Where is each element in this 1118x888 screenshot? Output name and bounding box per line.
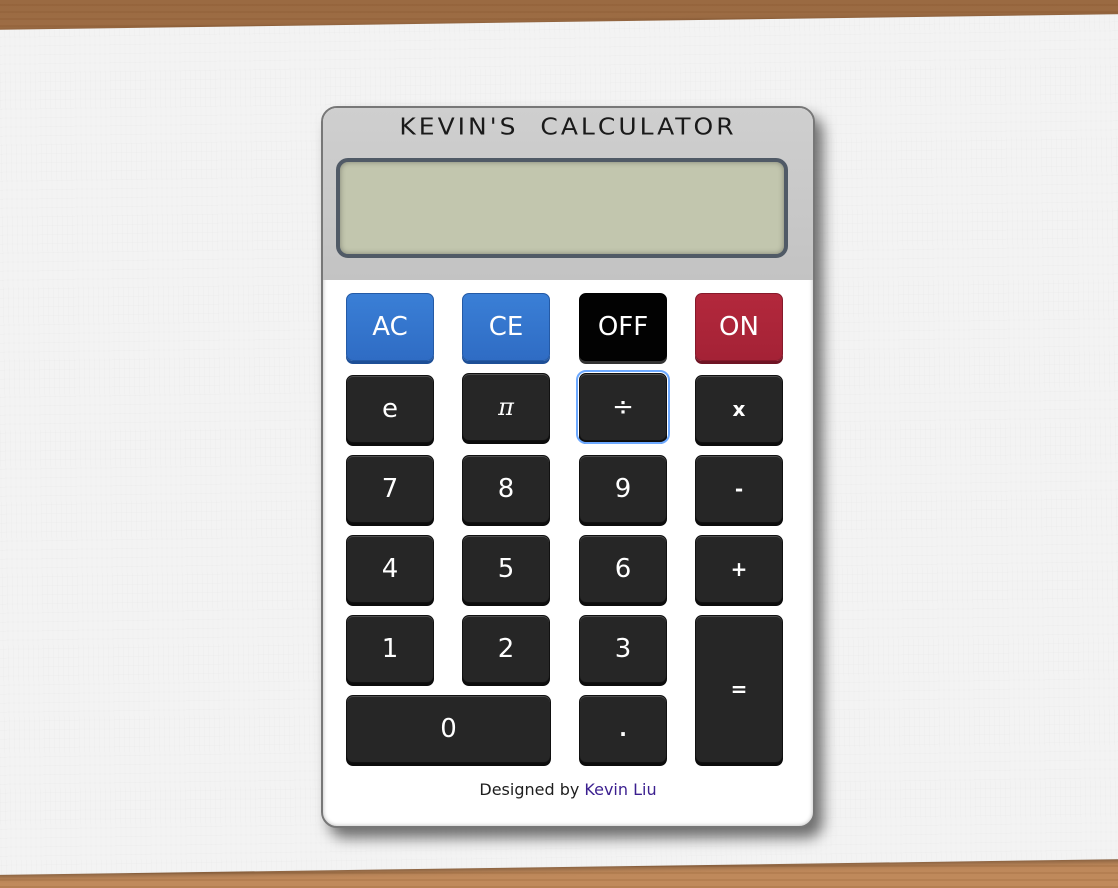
- decimal-button[interactable]: .: [579, 695, 667, 763]
- add-label: +: [730, 557, 748, 581]
- digit-6-label: 6: [614, 554, 632, 584]
- calculator-display: [336, 158, 788, 258]
- all-clear-label: AC: [372, 312, 408, 342]
- digit-3-label: 3: [614, 634, 632, 664]
- divide-label: ÷: [612, 392, 634, 422]
- clear-entry-label: CE: [488, 312, 524, 342]
- digit-4-label: 4: [381, 554, 399, 584]
- pi-label: π: [498, 393, 514, 421]
- digit-5-button[interactable]: 5: [462, 535, 550, 603]
- equals-label: =: [730, 677, 748, 701]
- author-link[interactable]: Kevin Liu: [584, 780, 656, 799]
- digit-4-button[interactable]: 4: [346, 535, 434, 603]
- calculator: KEVIN'S CALCULATOR AC CE OFF ON e π ÷ x …: [321, 106, 815, 828]
- digit-2-label: 2: [497, 634, 515, 664]
- euler-label: e: [382, 394, 398, 424]
- digit-5-label: 5: [497, 554, 515, 584]
- equals-button[interactable]: =: [695, 615, 783, 763]
- multiply-button[interactable]: x: [695, 375, 783, 443]
- clear-entry-button[interactable]: CE: [462, 293, 550, 361]
- on-button[interactable]: ON: [695, 293, 783, 361]
- digit-1-label: 1: [381, 634, 399, 664]
- calculator-title: KEVIN'S CALCULATOR: [399, 113, 737, 140]
- digit-6-button[interactable]: 6: [579, 535, 667, 603]
- subtract-label: -: [734, 477, 744, 501]
- decimal-label: .: [619, 717, 627, 741]
- add-button[interactable]: +: [695, 535, 783, 603]
- calculator-header: KEVIN'S CALCULATOR: [323, 108, 813, 280]
- euler-button[interactable]: e: [346, 375, 434, 443]
- digit-7-button[interactable]: 7: [346, 455, 434, 523]
- all-clear-button[interactable]: AC: [346, 293, 434, 361]
- multiply-label: x: [732, 397, 746, 421]
- digit-9-label: 9: [614, 474, 632, 504]
- footer-prefix: Designed by: [479, 780, 580, 799]
- pi-button[interactable]: π: [462, 373, 550, 441]
- digit-8-button[interactable]: 8: [462, 455, 550, 523]
- off-button[interactable]: OFF: [579, 293, 667, 361]
- digit-3-button[interactable]: 3: [579, 615, 667, 683]
- digit-0-button[interactable]: 0: [346, 695, 551, 763]
- digit-0-label: 0: [440, 714, 457, 744]
- divide-button[interactable]: ÷: [576, 370, 670, 444]
- footer-credit: Designed by Kevin Liu: [323, 780, 813, 799]
- digit-9-button[interactable]: 9: [579, 455, 667, 523]
- digit-1-button[interactable]: 1: [346, 615, 434, 683]
- on-label: ON: [719, 312, 759, 342]
- off-label: OFF: [597, 312, 649, 342]
- digit-2-button[interactable]: 2: [462, 615, 550, 683]
- subtract-button[interactable]: -: [695, 455, 783, 523]
- digit-7-label: 7: [381, 474, 399, 504]
- digit-8-label: 8: [497, 474, 515, 504]
